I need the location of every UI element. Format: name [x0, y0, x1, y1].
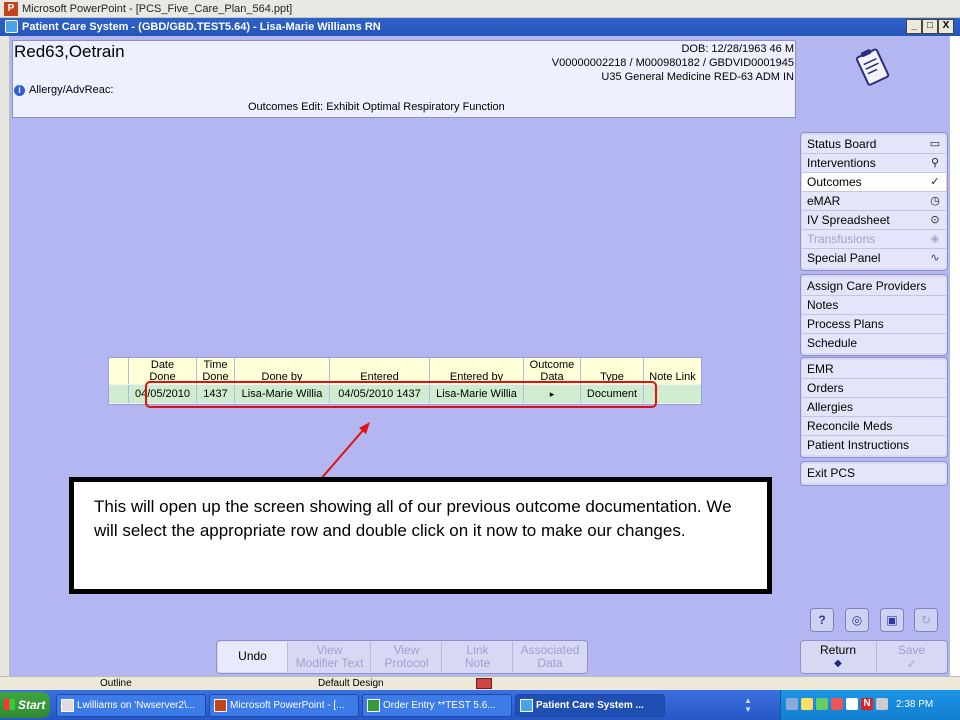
iv-icon: ⊙: [930, 214, 940, 226]
nav-emr[interactable]: EMR: [802, 360, 946, 379]
taskbar-scroll-icon[interactable]: ▲ ▼: [744, 696, 754, 714]
slide-ruler-strip: [0, 36, 10, 676]
link-note-button[interactable]: Link Note: [443, 642, 513, 672]
powerpoint-icon: [214, 699, 227, 712]
pcs-window-title: Patient Care System - (GBD/GBD.TEST5.64)…: [22, 21, 381, 33]
nav-emar[interactable]: eMAR ◷: [802, 192, 946, 211]
nav-transfusions[interactable]: Transfusions ◈: [802, 230, 946, 249]
taskbar-item-patient-care-system[interactable]: Patient Care System ...: [515, 694, 665, 717]
start-label: Start: [18, 698, 46, 712]
nav-special-panel[interactable]: Special Panel ∿: [802, 249, 946, 268]
taskbar-clock: 2:38 PM: [896, 699, 934, 710]
nav-orders[interactable]: Orders: [802, 379, 946, 398]
nav-iv-spreadsheet[interactable]: IV Spreadsheet ⊙: [802, 211, 946, 230]
taskbar-item-explorer[interactable]: Lwilliams on 'Nwserver2\...: [56, 694, 206, 717]
nav-status-board[interactable]: Status Board ▭: [802, 135, 946, 154]
return-label: Return: [819, 643, 857, 657]
nav-group-exit: Exit PCS: [800, 461, 948, 486]
nav-process-plans[interactable]: Process Plans: [802, 315, 946, 334]
tray-window-icon[interactable]: [846, 698, 858, 710]
tray-n-icon[interactable]: N: [861, 698, 873, 710]
tray-network-icon[interactable]: [816, 698, 828, 710]
clipboard-icon: [855, 48, 890, 86]
patient-name: Red63,Oetrain: [14, 42, 125, 61]
row-highlight-outline: [145, 381, 657, 408]
clock-med-icon: ◷: [930, 195, 940, 207]
blood-icon: ◈: [930, 233, 940, 245]
nav-outcomes[interactable]: Outcomes ✓: [802, 173, 946, 192]
associated-data-button[interactable]: Associated Data: [514, 642, 586, 672]
row-selector[interactable]: [109, 385, 129, 403]
callout-arrow: [319, 422, 370, 481]
info-icon: i: [14, 85, 25, 96]
lock-icon[interactable]: ▣: [880, 608, 904, 632]
nav-interventions[interactable]: Interventions ⚲: [802, 154, 946, 173]
order-entry-icon: [367, 699, 380, 712]
row-selector-header: [109, 358, 129, 384]
check-icon: ✓: [906, 657, 917, 671]
close-button[interactable]: X: [938, 19, 954, 34]
nav-notes[interactable]: Notes: [802, 296, 946, 315]
pcs-title-bar[interactable]: Patient Care System - (GBD/GBD.TEST5.64)…: [0, 18, 960, 36]
tray-alert-icon[interactable]: [831, 698, 843, 710]
pcs-app-icon: [5, 20, 18, 33]
powerpoint-window-title: Microsoft PowerPoint - [PCS_Five_Care_Pl…: [22, 3, 293, 15]
nav-assign-care-providers[interactable]: Assign Care Providers: [802, 277, 946, 296]
nav-schedule[interactable]: Schedule: [802, 334, 946, 353]
nav-group-records: EMR Orders Allergies Reconcile Meds Pati…: [800, 357, 948, 458]
nav-group-care: Assign Care Providers Notes Process Plan…: [800, 274, 948, 356]
search-globe-icon[interactable]: ◎: [845, 608, 869, 632]
start-button[interactable]: Start: [0, 692, 50, 718]
pcs-icon: [520, 699, 533, 712]
patient-dob: DOB: 12/28/1963 46 M: [681, 43, 794, 55]
language-icon: [476, 678, 492, 689]
tray-shield-icon[interactable]: [801, 698, 813, 710]
powerpoint-app-icon: P: [4, 2, 18, 16]
outline-label[interactable]: Outline: [100, 677, 132, 690]
nav-exit-pcs[interactable]: Exit PCS: [802, 464, 946, 483]
allergy-label: Allergy/AdvReac:: [29, 84, 114, 96]
book-icon: ▭: [929, 138, 941, 150]
help-icon[interactable]: ?: [810, 608, 834, 632]
tray-speaker-icon[interactable]: [876, 698, 888, 710]
screen-title: Outcomes Edit: Exhibit Optimal Respirato…: [248, 101, 505, 113]
powerpoint-status-bar: Outline Default Design: [0, 676, 960, 690]
patient-ids: V00000002218 / M000980182 / GBDVID000194…: [551, 57, 794, 69]
undo-button[interactable]: Undo: [218, 642, 288, 672]
allergy-row[interactable]: i Allergy/AdvReac:: [14, 84, 113, 96]
design-label: Default Design: [318, 678, 384, 689]
maximize-button[interactable]: □: [922, 19, 938, 34]
windows-flag-icon: [4, 699, 15, 710]
return-button[interactable]: Return ◆: [802, 642, 874, 672]
nav-allergies[interactable]: Allergies: [802, 398, 946, 417]
powerpoint-title-bar[interactable]: P Microsoft PowerPoint - [PCS_Five_Care_…: [0, 0, 960, 18]
back-arrow-icon: ◆: [834, 658, 842, 669]
stethoscope-icon: ⚲: [930, 157, 940, 169]
tray-hand-icon[interactable]: [786, 698, 798, 710]
check-clipboard-icon: ✓: [930, 176, 940, 188]
save-button[interactable]: Save ✓: [876, 642, 946, 672]
folder-icon: [61, 699, 74, 712]
nav-patient-instructions[interactable]: Patient Instructions: [802, 436, 946, 455]
view-protocol-button[interactable]: View Protocol: [372, 642, 442, 672]
minimize-button[interactable]: _: [906, 19, 922, 34]
taskbar-item-powerpoint[interactable]: Microsoft PowerPoint - [...: [209, 694, 359, 717]
view-modifier-text-button[interactable]: View Modifier Text: [289, 642, 371, 672]
pulse-icon: ∿: [930, 252, 940, 264]
nav-reconcile-meds[interactable]: Reconcile Meds: [802, 417, 946, 436]
refresh-icon[interactable]: ↻: [914, 608, 938, 632]
taskbar-item-order-entry[interactable]: Order Entry **TEST 5.6...: [362, 694, 512, 717]
patient-location: U35 General Medicine RED-63 ADM IN: [601, 71, 794, 83]
nav-group-main: Status Board ▭ Interventions ⚲ Outcomes ✓ e…: [800, 132, 948, 271]
save-label: Save: [897, 643, 926, 657]
callout-text: This will open up the screen showing all…: [94, 497, 732, 540]
